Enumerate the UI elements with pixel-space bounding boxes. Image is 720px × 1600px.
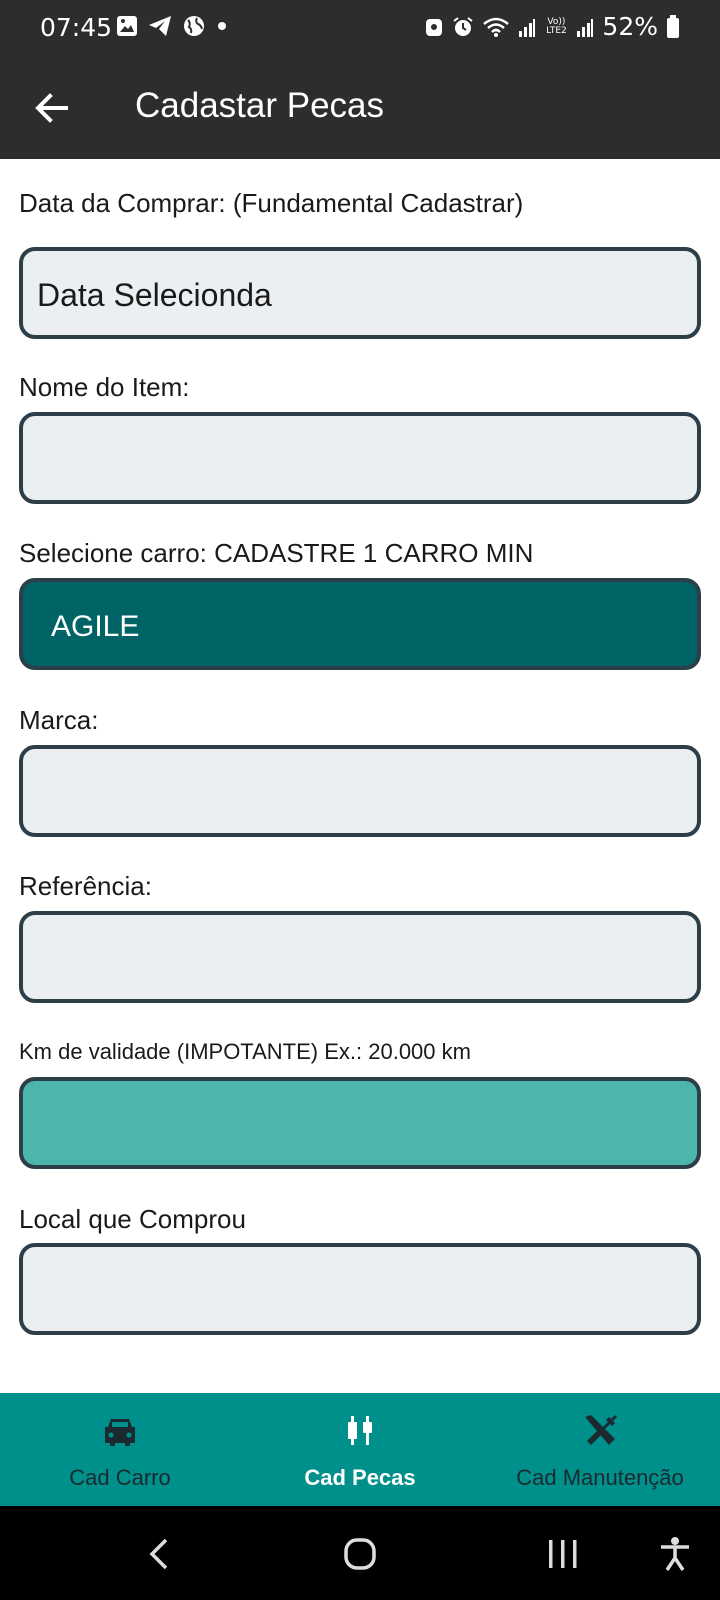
globe-icon: [184, 16, 204, 36]
status-right: Vo)) LTE2 52%: [424, 12, 680, 41]
reference-label: Referência:: [19, 871, 152, 901]
image-icon: [117, 16, 137, 36]
car-icon: [105, 1419, 135, 1446]
nav-item-cad-manutencao[interactable]: Cad Manutenção: [480, 1393, 720, 1506]
signal-icon: [519, 18, 536, 37]
reference-field[interactable]: [19, 911, 701, 1003]
purchase-place-label: Local que Comprou: [19, 1204, 246, 1234]
status-bar: 07:45 Vo)) LTE2 52%: [0, 0, 720, 56]
car-select-label: Selecione carro: CADASTRE 1 CARRO MIN: [19, 538, 534, 568]
accessibility-notification-icon: [426, 18, 443, 36]
battery-percent: 52%: [602, 12, 658, 41]
status-time: 07:45: [40, 13, 113, 42]
page-title: Cadastar Pecas: [135, 86, 385, 125]
status-left-icons: [116, 14, 228, 38]
back-arrow-icon[interactable]: [30, 86, 74, 130]
brand-field[interactable]: [19, 745, 701, 837]
system-navigation-bar: [0, 1506, 720, 1600]
validity-km-field[interactable]: [19, 1077, 701, 1169]
app-bar: Cadastar Pecas: [0, 56, 720, 159]
item-name-field[interactable]: [19, 412, 701, 504]
system-recents-icon[interactable]: [543, 1534, 583, 1574]
nav-item-cad-carro[interactable]: Cad Carro: [0, 1393, 240, 1506]
dot-icon: [218, 22, 226, 30]
purchase-date-value: Data Selecionda: [37, 277, 272, 313]
car-select-value: AGILE: [51, 610, 140, 643]
nav-item-cad-pecas[interactable]: Cad Pecas: [240, 1393, 480, 1506]
alarm-icon: [453, 16, 474, 36]
wifi-icon: [483, 17, 510, 37]
nav-label-cad-pecas: Cad Pecas: [304, 1465, 416, 1490]
bottom-navigation: Cad Carro Cad Pecas Cad Manutenção: [0, 1393, 720, 1506]
parts-icon: [348, 1416, 372, 1445]
system-accessibility-icon[interactable]: [655, 1534, 695, 1574]
tools-icon: [585, 1415, 617, 1445]
validity-km-label: Km de validade (IMPOTANTE) Ex.: 20.000 k…: [19, 1039, 471, 1064]
form-content: Data da Comprar: (Fundamental Cadastrar)…: [0, 159, 720, 1393]
nav-label-cad-carro: Cad Carro: [69, 1465, 171, 1490]
system-home-icon[interactable]: [340, 1534, 380, 1574]
signal-icon: [577, 18, 594, 37]
purchase-place-field[interactable]: [19, 1243, 701, 1335]
purchase-date-field[interactable]: Data Selecionda: [19, 247, 701, 339]
system-back-icon[interactable]: [140, 1534, 180, 1574]
volte-icon: Vo)) LTE2: [546, 16, 567, 36]
telegram-icon: [149, 16, 171, 36]
item-name-label: Nome do Item:: [19, 372, 190, 402]
nav-label-cad-manutencao: Cad Manutenção: [516, 1465, 684, 1490]
purchase-date-label: Data da Comprar: (Fundamental Cadastrar): [19, 188, 524, 218]
car-select-dropdown[interactable]: AGILE: [19, 578, 701, 670]
brand-label: Marca:: [19, 705, 99, 735]
battery-icon: [667, 14, 679, 38]
